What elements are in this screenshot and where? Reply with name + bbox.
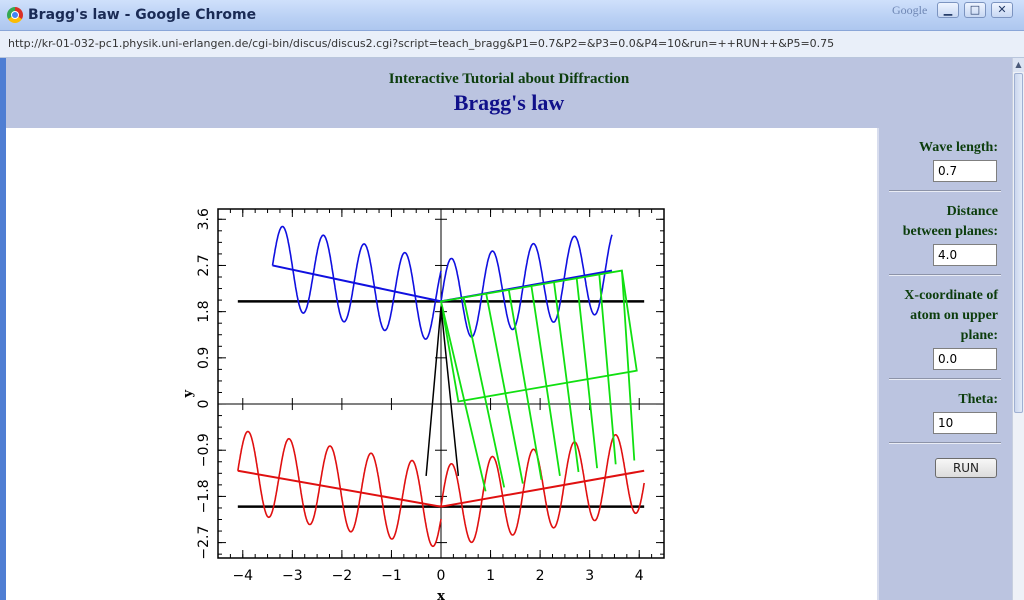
x-axis-title: x [437, 589, 445, 600]
xcoord-label-line1: X-coordinate of [904, 288, 998, 303]
chrome-icon [7, 7, 23, 23]
page-subtitle: Interactive Tutorial about Diffraction [388, 71, 630, 87]
y-tick-label: 2.7 [196, 254, 212, 276]
page-header: Interactive Tutorial about Diffraction B… [6, 58, 1012, 128]
xcoord-input[interactable] [933, 348, 997, 370]
run-button[interactable]: RUN [935, 458, 997, 478]
title-bar: Bragg's law - Google Chrome Google ▁ □ ✕ [0, 0, 1024, 31]
xcoord-label-line2: atom on upper [910, 308, 998, 323]
wave-length-label: Wave length: [919, 140, 998, 155]
wave-length-input[interactable] [933, 160, 997, 182]
close-button[interactable]: ✕ [991, 2, 1013, 18]
parameter-sidebar: Wave length: Distance between planes: X-… [877, 128, 1012, 600]
scroll-thumb[interactable] [1014, 73, 1023, 413]
x-tick-label: 1 [486, 568, 495, 584]
path-difference-lines [440, 270, 636, 492]
vertical-scrollbar[interactable]: ▲ [1012, 58, 1024, 600]
x-tick-label: 2 [536, 568, 545, 584]
x-tick-label: 3 [585, 568, 594, 584]
x-tick-label: −3 [282, 568, 303, 584]
plot-area: −4 −3 −2 −1 0 1 2 3 4 −2.7 −1.8 −0.9 0 0.9 1.8 2.7 3.6 x y [6, 128, 877, 600]
x-tick-label: 0 [437, 568, 446, 584]
divider [889, 190, 1001, 192]
lower-incident-ray [237, 469, 442, 508]
lower-reflected-ray [440, 469, 645, 508]
y-tick-label: −1.8 [196, 479, 212, 513]
x-tick-label: −1 [381, 568, 402, 584]
divider [889, 442, 1001, 444]
divider [889, 274, 1001, 276]
y-tick-label: 0.9 [196, 347, 212, 369]
minimize-button[interactable]: ▁ [937, 2, 959, 18]
bragg-plot: −4 −3 −2 −1 0 1 2 3 4 −2.7 −1.8 −0.9 0 0.9 1.8 2.7 3.6 x y [181, 208, 665, 600]
page-title: Bragg's law [453, 90, 565, 115]
y-axis-title: y [181, 390, 196, 399]
x-tick-label: −2 [332, 568, 353, 584]
y-tick-label: −2.7 [196, 526, 212, 560]
divider [889, 378, 1001, 380]
y-tick-label: 0 [196, 400, 212, 409]
y-tick-label: 1.8 [196, 301, 212, 323]
theta-label: Theta: [958, 392, 998, 407]
x-tick-label: 4 [635, 568, 644, 584]
xcoord-label-line3: plane: [960, 328, 998, 343]
distance-label-line1: Distance [946, 204, 998, 219]
x-tick-label: −4 [232, 568, 253, 584]
page-content: Interactive Tutorial about Diffraction B… [6, 58, 1012, 600]
google-brand-label: Google [892, 3, 928, 17]
url-text[interactable]: http://kr-01-032-pc1.physik.uni-erlangen… [8, 37, 834, 50]
theta-input[interactable] [933, 412, 997, 434]
distance-input[interactable] [933, 244, 997, 266]
maximize-button[interactable]: □ [964, 2, 986, 18]
scroll-up-arrow-icon[interactable]: ▲ [1013, 58, 1024, 72]
y-tick-label: 3.6 [196, 208, 212, 230]
distance-label-line2: between planes: [902, 224, 998, 239]
address-bar[interactable]: http://kr-01-032-pc1.physik.uni-erlangen… [0, 31, 1024, 58]
y-tick-label: −0.9 [196, 433, 212, 467]
window-title: Bragg's law - Google Chrome [28, 7, 257, 23]
